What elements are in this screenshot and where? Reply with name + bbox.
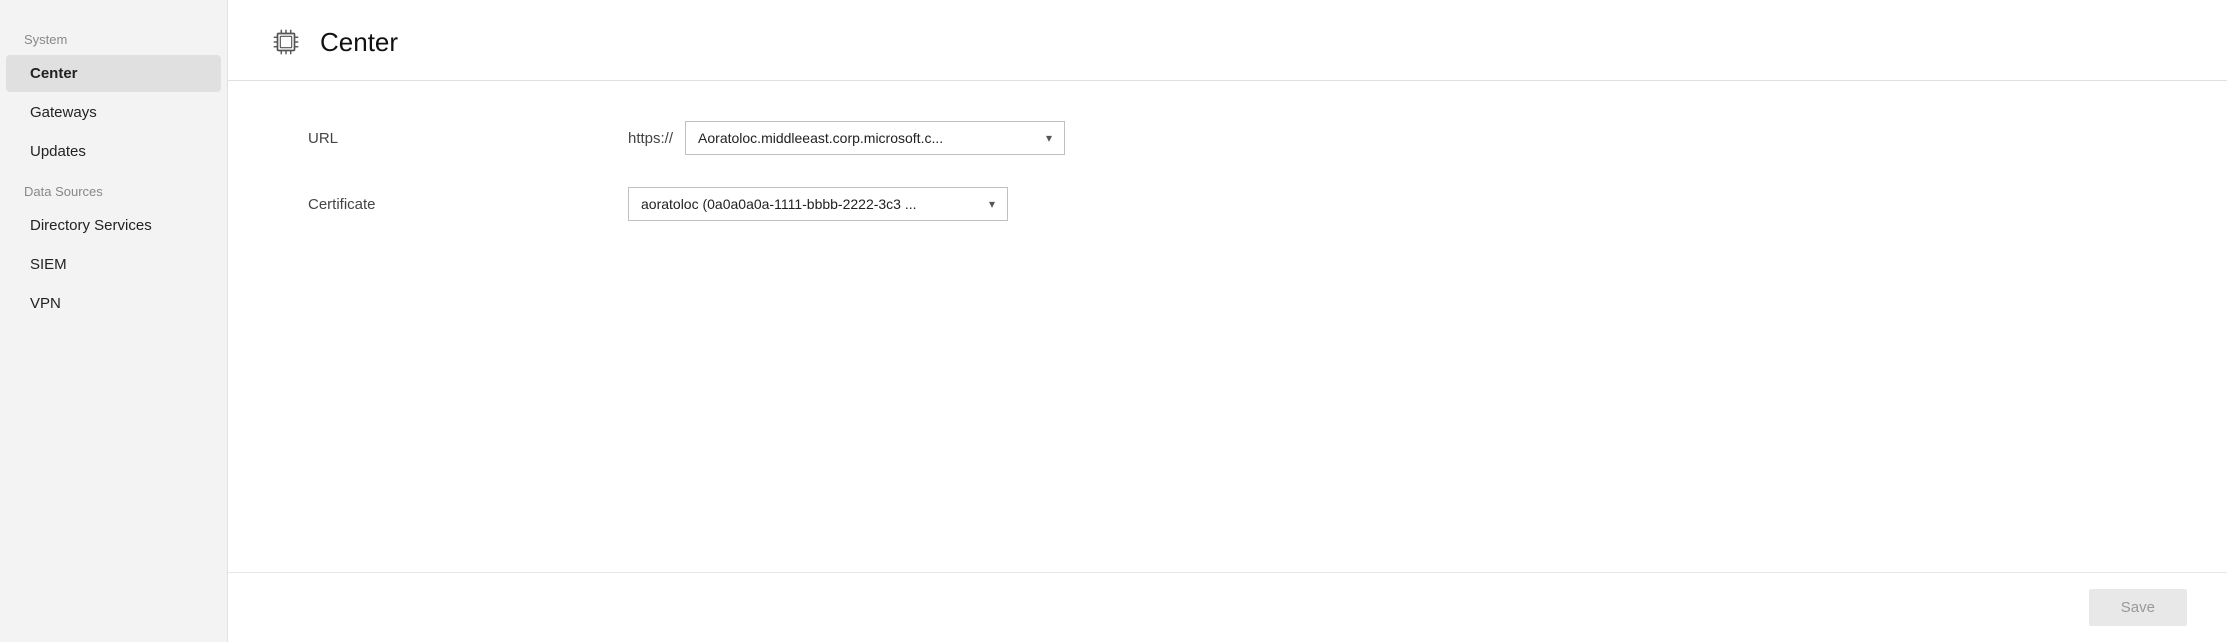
url-prefix: https://	[628, 130, 673, 147]
page-footer: Save	[228, 572, 2227, 642]
certificate-field: aoratoloc (0a0a0a0a-1111-bbbb-2222-3c3 .…	[628, 187, 1008, 221]
sidebar-item-updates-label: Updates	[30, 143, 86, 160]
sidebar-item-siem[interactable]: SIEM	[6, 246, 221, 283]
sidebar-item-gateways[interactable]: Gateways	[6, 94, 221, 131]
sidebar-item-gateways-label: Gateways	[30, 104, 97, 121]
url-dropdown-value: Aoratoloc.middleeast.corp.microsoft.c...	[698, 130, 1034, 146]
data-sources-section-label: Data Sources	[0, 172, 227, 205]
certificate-row: Certificate aoratoloc (0a0a0a0a-1111-bbb…	[308, 187, 2147, 221]
page-title: Center	[320, 27, 398, 58]
sidebar-item-updates[interactable]: Updates	[6, 133, 221, 170]
url-field: https:// Aoratoloc.middleeast.corp.micro…	[628, 121, 1065, 155]
certificate-label: Certificate	[308, 196, 628, 213]
sidebar-item-center[interactable]: Center	[6, 55, 221, 92]
certificate-dropdown[interactable]: aoratoloc (0a0a0a0a-1111-bbbb-2222-3c3 .…	[628, 187, 1008, 221]
sidebar-item-center-label: Center	[30, 65, 78, 82]
certificate-dropdown-chevron-icon: ▾	[989, 197, 995, 211]
sidebar-item-directory-services-label: Directory Services	[30, 217, 152, 234]
url-dropdown-chevron-icon: ▾	[1046, 131, 1052, 145]
page-header: Center	[228, 0, 2227, 81]
url-dropdown[interactable]: Aoratoloc.middleeast.corp.microsoft.c...…	[685, 121, 1065, 155]
page-body: URL https:// Aoratoloc.middleeast.corp.m…	[228, 81, 2227, 572]
url-label: URL	[308, 130, 628, 147]
sidebar: System Center Gateways Updates Data Sour…	[0, 0, 228, 642]
save-button[interactable]: Save	[2089, 589, 2187, 626]
certificate-dropdown-value: aoratoloc (0a0a0a0a-1111-bbbb-2222-3c3 .…	[641, 196, 977, 212]
sidebar-item-vpn-label: VPN	[30, 295, 61, 312]
url-row: URL https:// Aoratoloc.middleeast.corp.m…	[308, 121, 2147, 155]
sidebar-item-vpn[interactable]: VPN	[6, 285, 221, 322]
main-content: Center URL https:// Aoratoloc.middleeast…	[228, 0, 2227, 642]
cpu-icon	[268, 24, 304, 60]
sidebar-item-directory-services[interactable]: Directory Services	[6, 207, 221, 244]
system-section-label: System	[0, 20, 227, 53]
sidebar-item-siem-label: SIEM	[30, 256, 67, 273]
